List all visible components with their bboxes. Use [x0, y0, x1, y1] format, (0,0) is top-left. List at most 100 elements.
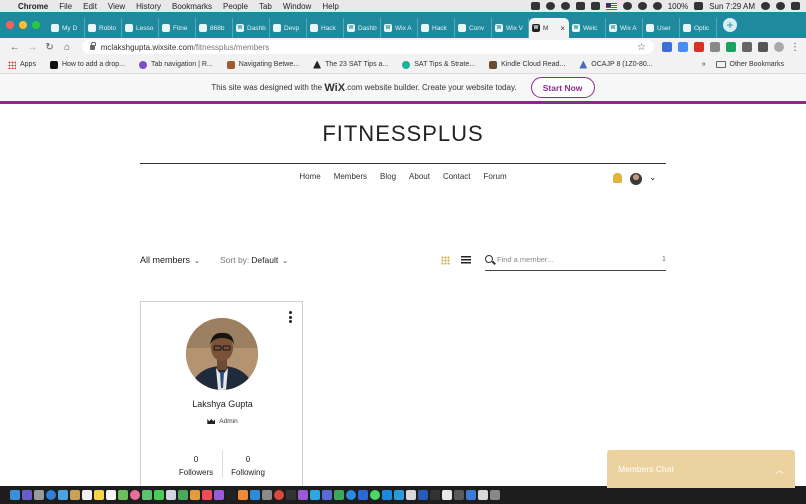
start-now-button[interactable]: Start Now [530, 77, 595, 98]
app-icon[interactable] [334, 490, 344, 500]
browser-tab[interactable]: Roblo [85, 18, 122, 38]
numbers-icon[interactable] [178, 490, 188, 500]
menu-edit[interactable]: Edit [83, 2, 97, 11]
bookmarks-overflow-chevron-icon[interactable]: » [702, 61, 706, 68]
siri-icon[interactable] [776, 2, 785, 10]
profile-avatar-icon[interactable] [773, 42, 784, 52]
status-app-icon[interactable] [575, 2, 585, 10]
spotlight-search-icon[interactable] [761, 2, 770, 10]
extension-icon[interactable] [693, 42, 704, 52]
sort-dropdown[interactable]: Sort by: Default ⌄ [220, 255, 288, 265]
app-icon[interactable] [406, 490, 416, 500]
menu-tab[interactable]: Tab [259, 2, 272, 11]
wifi-icon[interactable] [637, 2, 647, 10]
bookmark-item[interactable]: Kindle Cloud Read... [489, 60, 565, 69]
browser-tab[interactable]: 868b [196, 18, 233, 38]
menu-history[interactable]: History [136, 2, 161, 11]
app-icon[interactable] [430, 490, 440, 500]
member-profile-photo[interactable] [186, 318, 258, 390]
address-bar[interactable]: mclakshgupta.wixsite.com/fitnessplus/mem… [81, 40, 654, 54]
nav-about[interactable]: About [409, 172, 430, 181]
members-chat-widget[interactable]: Members Chat ︿ [607, 450, 795, 488]
reminders-icon[interactable] [106, 490, 116, 500]
whatsapp-icon[interactable] [370, 490, 380, 500]
input-source-flag-icon[interactable] [605, 2, 617, 10]
nav-blog[interactable]: Blog [380, 172, 396, 181]
close-window-icon[interactable] [6, 21, 14, 29]
browser-tab[interactable]: Devp [270, 18, 307, 38]
browser-tab[interactable]: User [643, 18, 680, 38]
menu-window[interactable]: Window [283, 2, 311, 11]
chrome-icon[interactable] [274, 490, 284, 500]
preview-icon[interactable] [442, 490, 452, 500]
word-icon[interactable] [418, 490, 428, 500]
lock-icon[interactable] [89, 41, 96, 50]
browser-tab[interactable]: Fitne [159, 18, 196, 38]
user-avatar[interactable] [630, 173, 642, 185]
nav-home[interactable]: Home [299, 172, 320, 181]
new-tab-plus-icon[interactable]: + [723, 18, 737, 32]
tv-icon[interactable] [226, 490, 236, 500]
browser-tab[interactable]: My D [48, 18, 85, 38]
forward-arrow-icon[interactable]: → [23, 42, 40, 53]
pages-icon[interactable] [166, 490, 176, 500]
other-bookmarks[interactable]: Other Bookmarks [715, 61, 784, 68]
bookmark-item[interactable]: Navigating Betwe... [226, 60, 299, 69]
chevron-up-icon[interactable]: ︿ [775, 463, 784, 476]
members-filter-dropdown[interactable]: All members ⌄ [140, 255, 200, 265]
extension-icon[interactable] [709, 42, 720, 52]
finder-icon[interactable] [10, 490, 20, 500]
browser-tab[interactable]: W Wix A [381, 18, 418, 38]
bookmark-item[interactable]: How to add a drop... [49, 60, 125, 69]
browser-tab[interactable]: W Dashb [233, 18, 270, 38]
maps-icon[interactable] [118, 490, 128, 500]
member-name[interactable]: Lakshya Gupta [141, 399, 304, 409]
browser-tab[interactable]: Hack [307, 18, 344, 38]
member-search-input[interactable] [497, 252, 647, 266]
bookmark-star-icon[interactable]: ☆ [637, 42, 646, 53]
translate-icon[interactable] [677, 42, 688, 52]
browser-tab[interactable]: W Welc [569, 18, 606, 38]
downloads-stack-icon[interactable] [478, 490, 488, 500]
extension-icon[interactable] [661, 42, 672, 52]
mail-icon[interactable] [58, 490, 68, 500]
app-icon[interactable] [454, 490, 464, 500]
site-title[interactable]: FITNESSPLUS [0, 121, 806, 147]
browser-tab[interactable]: W Dashb [344, 18, 381, 38]
photos-icon[interactable] [130, 490, 140, 500]
browser-tab[interactable]: W Wix A [606, 18, 643, 38]
skype-icon[interactable] [382, 490, 392, 500]
keynote-icon[interactable] [190, 490, 200, 500]
extension-icon[interactable] [741, 42, 752, 52]
close-tab-icon[interactable]: × [560, 24, 565, 33]
browser-tab[interactable]: Conv [455, 18, 492, 38]
bookmark-item[interactable]: The 23 SAT Tips a... [313, 60, 388, 69]
app-icon[interactable] [358, 490, 368, 500]
nav-members[interactable]: Members [334, 172, 367, 181]
nav-contact[interactable]: Contact [443, 172, 471, 181]
following-stat[interactable]: 0 Following [213, 453, 283, 479]
status-app-icon[interactable] [545, 2, 555, 10]
app-store-icon[interactable] [250, 490, 260, 500]
siri-icon[interactable] [22, 490, 32, 500]
discord-icon[interactable] [322, 490, 332, 500]
list-view-icon[interactable] [461, 256, 471, 265]
menu-app-name[interactable]: Chrome [18, 2, 48, 11]
extensions-puzzle-icon[interactable] [757, 42, 768, 52]
account-menu-chevron-icon[interactable]: ⌄ [649, 172, 657, 183]
grid-view-icon[interactable] [441, 256, 450, 265]
reload-icon[interactable]: ↻ [41, 42, 58, 53]
menu-people[interactable]: People [223, 2, 248, 11]
browser-tab-active[interactable]: W M × [529, 18, 569, 38]
browser-tab[interactable]: Optic [680, 18, 717, 38]
browser-tab[interactable]: W Wix V [492, 18, 529, 38]
status-app-icon[interactable] [530, 2, 540, 10]
notes-icon[interactable] [94, 490, 104, 500]
menu-bookmarks[interactable]: Bookmarks [172, 2, 212, 11]
status-app-icon[interactable] [560, 2, 570, 10]
messages-icon[interactable] [142, 490, 152, 500]
app-icon[interactable] [466, 490, 476, 500]
calendar-icon[interactable] [82, 490, 92, 500]
facetime-icon[interactable] [154, 490, 164, 500]
clock[interactable]: Sun 7:29 AM [709, 2, 755, 11]
